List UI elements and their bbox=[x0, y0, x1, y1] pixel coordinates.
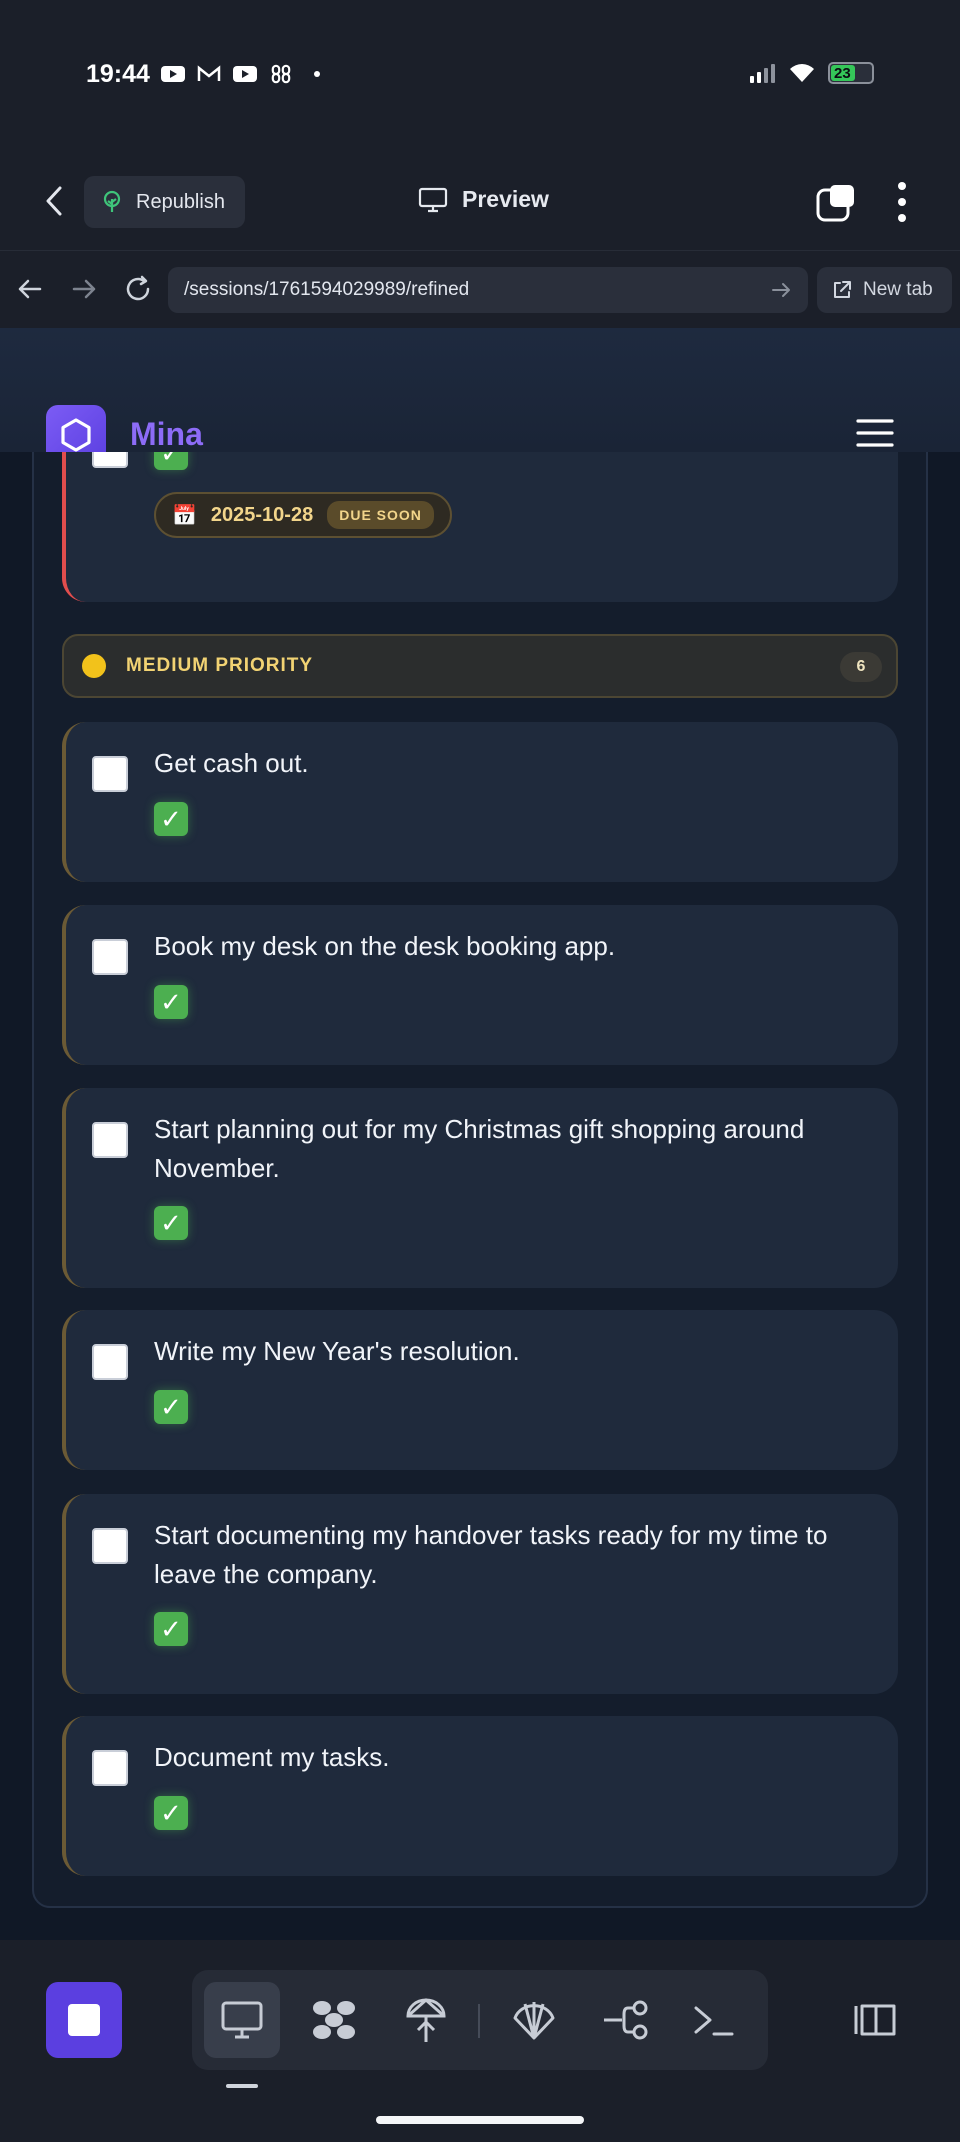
tree-icon bbox=[103, 190, 121, 212]
monitor-icon bbox=[418, 187, 448, 212]
task-text: Start documenting my handover tasks read… bbox=[154, 1520, 828, 1589]
task-checkbox[interactable] bbox=[92, 452, 128, 468]
task-card: Start documenting my handover tasks read… bbox=[62, 1494, 898, 1694]
task-text: Get cash out. bbox=[154, 748, 309, 778]
task-checkbox[interactable] bbox=[92, 1750, 128, 1786]
due-date-pill: 📅 2025-10-28 DUE SOON bbox=[154, 492, 452, 538]
go-arrow-icon[interactable] bbox=[770, 279, 792, 301]
check-emoji: ✓ bbox=[154, 985, 188, 1019]
new-tab-label: New tab bbox=[863, 279, 933, 300]
system-icons: 23 bbox=[748, 62, 874, 84]
terminal-icon[interactable] bbox=[676, 1982, 752, 2058]
yellow-dot-icon bbox=[82, 654, 106, 678]
task-card: Get cash out. ✓ bbox=[62, 722, 898, 882]
app-header: Mina bbox=[0, 328, 960, 465]
task-text: Book my desk on the desk booking app. bbox=[154, 931, 616, 961]
bottom-nav bbox=[0, 1940, 960, 2142]
sidebar-toggle-icon[interactable] bbox=[852, 2000, 898, 2040]
battery-level: 23 bbox=[834, 64, 851, 82]
url-text: /sessions/1761594029989/refined bbox=[184, 279, 470, 300]
shell-icon[interactable] bbox=[496, 1982, 572, 2058]
section-title: MEDIUM PRIORITY bbox=[126, 655, 314, 676]
status-time: 19:44 bbox=[86, 60, 150, 88]
task-card: Start planning out for my Christmas gift… bbox=[62, 1088, 898, 1288]
slack-icon bbox=[271, 64, 291, 84]
more-vertical-icon[interactable] bbox=[890, 180, 914, 224]
status-bar: 19:44 23 bbox=[0, 0, 960, 150]
task-checkbox[interactable] bbox=[92, 756, 128, 792]
check-emoji: ✓ bbox=[154, 1206, 188, 1240]
deploy-icon[interactable] bbox=[388, 1982, 464, 2058]
task-text: Start planning out for my Christmas gift… bbox=[154, 1114, 805, 1183]
home-indicator[interactable] bbox=[376, 2116, 584, 2124]
stop-button[interactable] bbox=[46, 1982, 122, 2058]
due-soon-badge: DUE SOON bbox=[327, 501, 434, 529]
task-list-area: ✓ 📅 2025-10-28 DUE SOON MEDIUM PRIORITY … bbox=[0, 452, 960, 1940]
external-link-icon bbox=[834, 281, 851, 298]
task-checkbox[interactable] bbox=[92, 1528, 128, 1564]
task-card: Write my New Year's resolution. ✓ bbox=[62, 1310, 898, 1470]
calendar-icon: 📅 bbox=[172, 504, 197, 527]
battery-charging-icon: 23 bbox=[828, 62, 874, 84]
arrow-right-icon[interactable] bbox=[68, 273, 100, 305]
url-bar: /sessions/1761594029989/refined New tab bbox=[0, 250, 960, 328]
hexagon-icon bbox=[61, 418, 91, 452]
task-card: Book my desk on the desk booking app. ✓ bbox=[62, 905, 898, 1065]
section-count: 6 bbox=[840, 652, 882, 682]
tabs-icon[interactable] bbox=[816, 184, 856, 222]
youtube-icon bbox=[233, 66, 257, 82]
due-date: 2025-10-28 bbox=[210, 503, 314, 526]
medium-priority-header[interactable]: MEDIUM PRIORITY 6 bbox=[62, 634, 898, 698]
hamburger-icon[interactable] bbox=[856, 418, 894, 448]
dot-icon bbox=[314, 71, 320, 77]
check-emoji: ✓ bbox=[154, 1796, 188, 1830]
check-emoji: ✓ bbox=[154, 802, 188, 836]
tool-divider bbox=[478, 2004, 480, 2038]
desktop-icon[interactable] bbox=[204, 1982, 280, 2058]
task-checkbox[interactable] bbox=[92, 1344, 128, 1380]
task-text: Write my New Year's resolution. bbox=[154, 1336, 520, 1366]
republish-label: Republish bbox=[136, 190, 225, 213]
task-checkbox[interactable] bbox=[92, 1122, 128, 1158]
url-input[interactable]: /sessions/1761594029989/refined bbox=[168, 267, 808, 313]
git-branch-icon[interactable] bbox=[588, 1982, 664, 2058]
task-card-high: ✓ 📅 2025-10-28 DUE SOON bbox=[62, 452, 898, 602]
task-text: Document my tasks. bbox=[154, 1742, 390, 1772]
republish-button[interactable]: Republish bbox=[84, 176, 245, 228]
arrow-left-icon[interactable] bbox=[14, 273, 46, 305]
check-emoji: ✓ bbox=[154, 1390, 188, 1424]
app-toolbar: Republish Preview bbox=[0, 150, 960, 250]
youtube-icon bbox=[161, 66, 185, 82]
tool-group bbox=[192, 1970, 768, 2070]
preview-label: Preview bbox=[462, 186, 549, 212]
task-checkbox[interactable] bbox=[92, 939, 128, 975]
stop-icon bbox=[68, 2004, 100, 2036]
new-tab-button[interactable]: New tab bbox=[817, 267, 952, 313]
task-card: Document my tasks. ✓ bbox=[62, 1716, 898, 1876]
gmail-icon bbox=[197, 65, 221, 81]
signal-icon bbox=[750, 64, 775, 83]
notification-icons bbox=[160, 64, 330, 84]
brand-name: Mina bbox=[130, 416, 203, 452]
check-emoji: ✓ bbox=[154, 452, 188, 470]
wifi-icon bbox=[790, 64, 814, 82]
chevron-left-icon[interactable] bbox=[40, 184, 70, 218]
apps-icon[interactable] bbox=[296, 1982, 372, 2058]
preview-title[interactable]: Preview bbox=[418, 186, 549, 213]
active-tool-indicator bbox=[226, 2084, 258, 2088]
check-emoji: ✓ bbox=[154, 1612, 188, 1646]
reload-icon[interactable] bbox=[122, 273, 154, 305]
